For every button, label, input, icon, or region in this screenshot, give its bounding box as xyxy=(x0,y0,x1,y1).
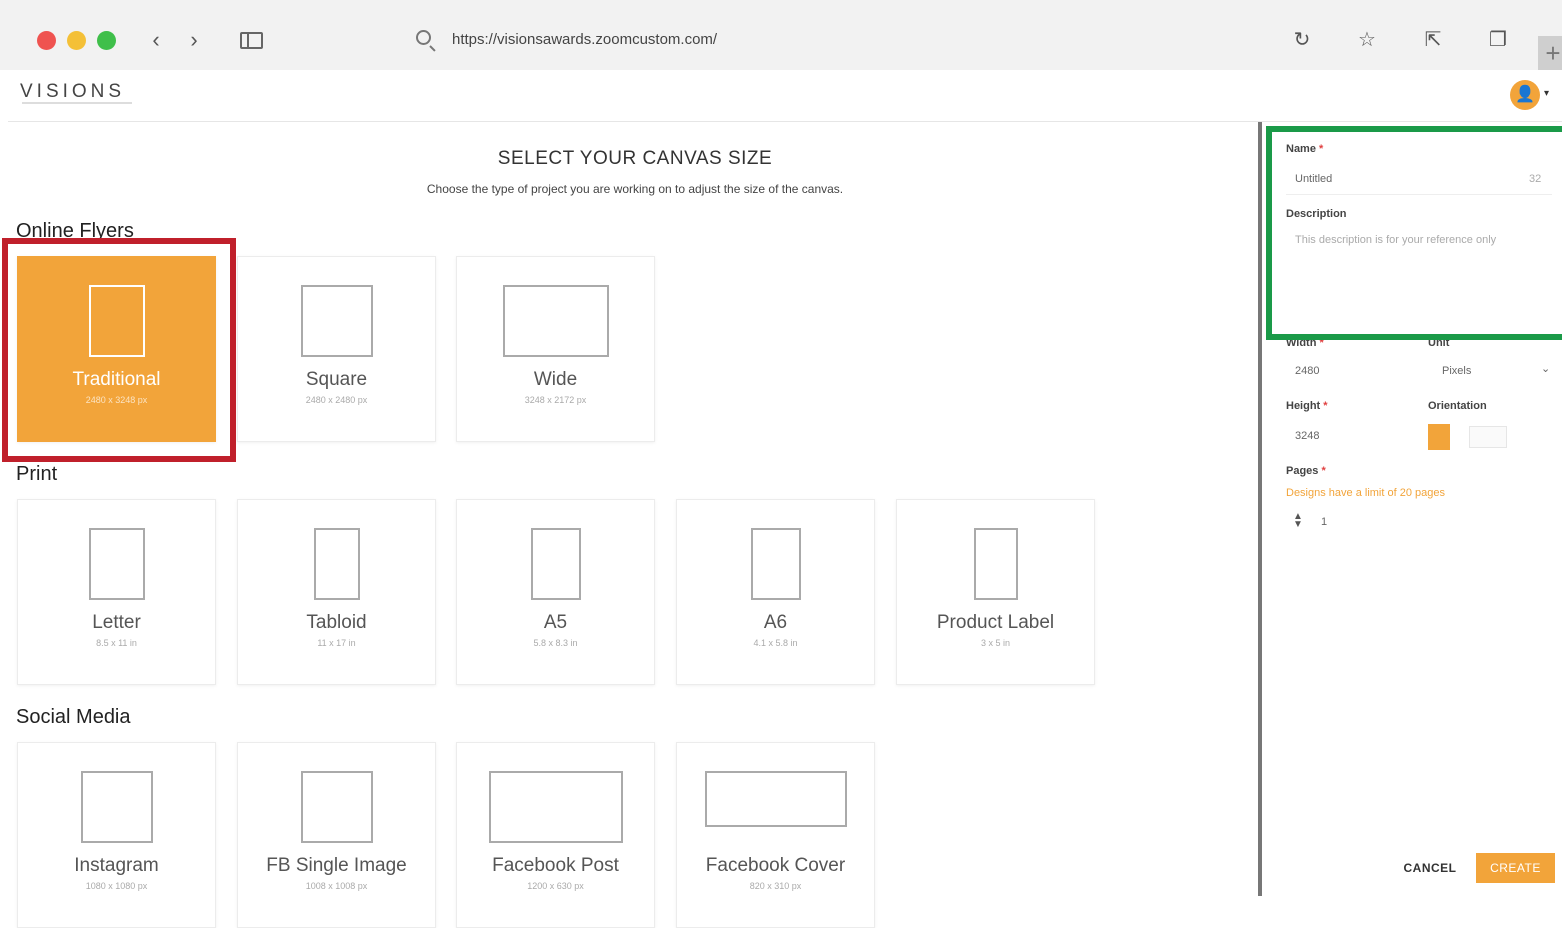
portrait-shape-icon xyxy=(88,528,145,600)
forward-arrow-icon[interactable]: › xyxy=(181,26,207,54)
page-title: SELECT YOUR CANVAS SIZE xyxy=(497,148,773,169)
card-size: 2480 x 2480 px xyxy=(305,395,368,405)
required-mark: * xyxy=(1323,400,1328,412)
card-size: 11 x 17 in xyxy=(317,638,356,648)
section-title-print: Print xyxy=(16,463,58,485)
chevron-down-icon[interactable]: ▾ xyxy=(1544,88,1549,99)
portrait-shape-icon xyxy=(973,528,1018,600)
card-name: Product Label xyxy=(936,612,1055,633)
bookmark-star-icon[interactable]: ☆ xyxy=(1353,26,1381,54)
highlight-box-red xyxy=(2,238,236,462)
card-facebook-cover[interactable]: Facebook Cover 820 x 310 px xyxy=(676,742,875,928)
card-name: Square xyxy=(305,369,368,390)
card-a6[interactable]: A6 4.1 x 5.8 in xyxy=(676,499,875,685)
card-size: 8.5 x 11 in xyxy=(96,638,137,648)
sidebar-toggle-icon[interactable] xyxy=(240,32,263,49)
page-subtitle: Choose the type of project you are worki… xyxy=(426,182,844,196)
portrait-shape-icon xyxy=(313,528,360,600)
card-size: 3 x 5 in xyxy=(980,638,1011,648)
banner-shape-icon xyxy=(704,771,847,827)
portrait-orientation-button[interactable] xyxy=(1428,424,1450,450)
square-shape-icon xyxy=(300,771,373,843)
create-button[interactable]: CREATE xyxy=(1476,853,1555,883)
portrait-shape-icon xyxy=(530,528,581,600)
card-square[interactable]: Square 2480 x 2480 px xyxy=(237,256,436,442)
square-shape-icon xyxy=(80,771,153,843)
user-avatar-icon[interactable]: 👤 xyxy=(1510,80,1540,110)
highlight-box-green xyxy=(1266,126,1562,340)
card-name: A5 xyxy=(543,612,568,633)
share-icon[interactable]: ⇱ xyxy=(1419,26,1447,54)
card-size: 1080 x 1080 px xyxy=(85,881,148,891)
width-input[interactable]: 2480 xyxy=(1295,365,1319,377)
card-product-label[interactable]: Product Label 3 x 5 in xyxy=(896,499,1095,685)
app-header: VISIONS 👤 ▾ xyxy=(8,70,1562,122)
pages-input[interactable]: 1 xyxy=(1321,516,1327,528)
landscape-shape-icon xyxy=(488,771,623,843)
card-wide[interactable]: Wide 3248 x 2172 px xyxy=(456,256,655,442)
logo-tagline-bar xyxy=(22,102,132,104)
pages-hint: Designs have a limit of 20 pages xyxy=(1286,487,1445,499)
card-size: 1008 x 1008 px xyxy=(305,881,368,891)
card-name: Facebook Cover xyxy=(705,855,846,876)
required-mark: * xyxy=(1321,465,1326,477)
back-arrow-icon[interactable]: ‹ xyxy=(143,26,169,54)
browser-toolbar: ‹ › https://visionsawards.zoomcustom.com… xyxy=(0,0,1562,70)
landscape-shape-icon xyxy=(502,285,609,357)
card-name: FB Single Image xyxy=(266,855,407,876)
reload-icon[interactable]: ↻ xyxy=(1288,26,1316,54)
card-name: Wide xyxy=(533,369,578,390)
chevron-down-icon[interactable]: ⌄ xyxy=(1541,362,1550,375)
card-size: 4.1 x 5.8 in xyxy=(753,638,798,648)
card-name: Instagram xyxy=(74,855,159,876)
section-title-social-media: Social Media xyxy=(16,706,131,728)
card-size: 1200 x 630 px xyxy=(527,881,584,891)
card-name: Tabloid xyxy=(306,612,367,633)
height-label: Height * xyxy=(1286,400,1328,412)
address-bar[interactable]: https://visionsawards.zoomcustom.com/ xyxy=(452,31,717,48)
card-instagram[interactable]: Instagram 1080 x 1080 px xyxy=(17,742,216,928)
height-input[interactable]: 3248 xyxy=(1295,430,1319,442)
tabs-icon[interactable]: ❐ xyxy=(1484,26,1512,54)
stepper-down-icon[interactable]: ▼ xyxy=(1293,520,1303,530)
card-fb-single-image[interactable]: FB Single Image 1008 x 1008 px xyxy=(237,742,436,928)
close-window-button[interactable] xyxy=(37,31,56,50)
orientation-label: Orientation xyxy=(1428,400,1487,412)
card-size: 5.8 x 8.3 in xyxy=(533,638,578,648)
card-tabloid[interactable]: Tabloid 11 x 17 in xyxy=(237,499,436,685)
minimize-window-button[interactable] xyxy=(67,31,86,50)
visions-logo[interactable]: VISIONS xyxy=(20,81,125,103)
pages-stepper[interactable]: ▲ ▼ xyxy=(1293,512,1303,530)
card-letter[interactable]: Letter 8.5 x 11 in xyxy=(17,499,216,685)
card-size: 3248 x 2172 px xyxy=(524,395,587,405)
search-icon xyxy=(416,30,431,45)
card-name: Facebook Post xyxy=(492,855,619,876)
square-shape-icon xyxy=(300,285,373,357)
card-a5[interactable]: A5 5.8 x 8.3 in xyxy=(456,499,655,685)
card-facebook-post[interactable]: Facebook Post 1200 x 630 px xyxy=(456,742,655,928)
unit-select[interactable]: Pixels xyxy=(1442,365,1471,377)
landscape-orientation-button[interactable] xyxy=(1469,426,1507,448)
zoom-window-button[interactable] xyxy=(97,31,116,50)
card-size: 820 x 310 px xyxy=(749,881,802,891)
card-name: Letter xyxy=(92,612,141,633)
card-name: A6 xyxy=(763,612,788,633)
pages-label: Pages * xyxy=(1286,465,1326,477)
portrait-shape-icon xyxy=(750,528,801,600)
plus-icon[interactable]: + xyxy=(1538,36,1562,70)
cancel-button[interactable]: CANCEL xyxy=(1398,856,1462,880)
